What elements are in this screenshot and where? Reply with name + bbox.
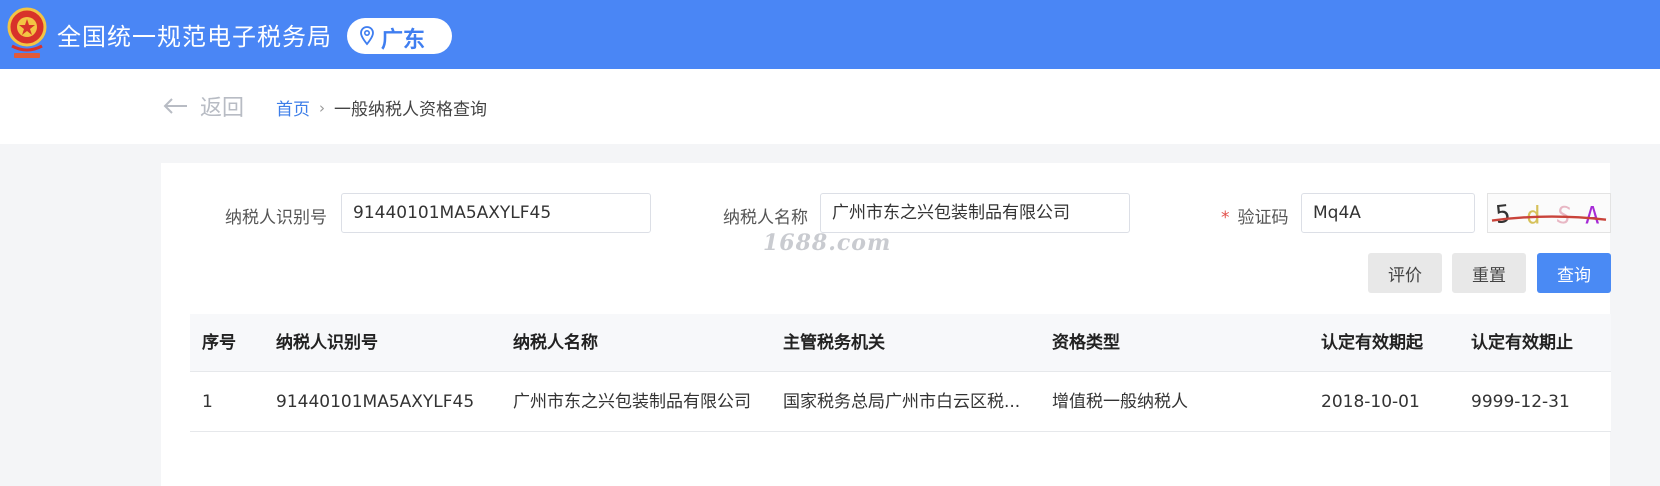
cell-index: 1 xyxy=(202,392,213,412)
top-header: 全国统一规范电子税务局 广东 xyxy=(0,0,1660,69)
table-header: 序号 纳税人识别号 纳税人名称 主管税务机关 资格类型 认定有效期起 认定有效期… xyxy=(190,314,1611,372)
results-table: 序号 纳税人识别号 纳税人名称 主管税务机关 资格类型 认定有效期起 认定有效期… xyxy=(190,314,1611,432)
required-mark: * xyxy=(1221,208,1230,228)
svg-text:d: d xyxy=(1526,201,1540,229)
taxpayer-name-input[interactable]: 广州市东之兴包装制品有限公司 xyxy=(820,193,1130,233)
region-selector[interactable]: 广东 xyxy=(347,18,452,54)
column-header: 纳税人识别号 xyxy=(276,333,378,353)
nav-bar: 返回 首页 › 一般纳税人资格查询 xyxy=(0,69,1660,144)
cell-valid-to: 9999-12-31 xyxy=(1471,392,1570,412)
breadcrumb-separator: › xyxy=(319,98,325,117)
cell-qualification-type: 增值税一般纳税人 xyxy=(1052,392,1188,412)
cell-taxpayer-id: 91440101MA5AXYLF45 xyxy=(276,392,475,412)
tax-emblem-icon xyxy=(7,7,47,58)
taxpayer-name-label: 纳税人名称 xyxy=(723,208,808,228)
region-label: 广东 xyxy=(381,28,426,53)
svg-text:A: A xyxy=(1585,201,1599,229)
back-button[interactable]: 返回 xyxy=(162,92,245,121)
reset-button[interactable]: 重置 xyxy=(1452,253,1526,293)
captcha-label-wrap: * 验证码 xyxy=(1221,203,1289,228)
taxpayer-id-label: 纳税人识别号 xyxy=(225,208,327,228)
captcha-label: 验证码 xyxy=(1237,208,1289,228)
column-header: 主管税务机关 xyxy=(783,333,885,353)
query-button[interactable]: 查询 xyxy=(1537,253,1611,293)
column-header: 认定有效期起 xyxy=(1321,333,1423,353)
back-label: 返回 xyxy=(200,96,245,121)
arrow-left-icon xyxy=(163,98,187,114)
svg-text:S: S xyxy=(1554,200,1574,230)
column-header: 资格类型 xyxy=(1052,333,1120,353)
watermark-text: 1688.com xyxy=(763,230,892,256)
breadcrumb-home-link[interactable]: 首页 xyxy=(276,95,310,120)
table-row[interactable]: 1 91440101MA5AXYLF45 广州市东之兴包装制品有限公司 国家税务… xyxy=(190,372,1611,432)
column-header: 序号 xyxy=(202,333,236,353)
captcha-input[interactable]: Mq4A xyxy=(1301,193,1475,233)
captcha-image[interactable]: 5 d S A xyxy=(1487,193,1611,233)
breadcrumb: 首页 › 一般纳税人资格查询 xyxy=(276,95,487,121)
cell-taxpayer-name: 广州市东之兴包装制品有限公司 xyxy=(513,392,751,412)
column-header: 纳税人名称 xyxy=(513,333,598,353)
rate-button[interactable]: 评价 xyxy=(1368,253,1442,293)
svg-text:5: 5 xyxy=(1494,199,1512,229)
breadcrumb-current: 一般纳税人资格查询 xyxy=(334,100,487,120)
location-pin-icon xyxy=(360,26,374,46)
cell-valid-from: 2018-10-01 xyxy=(1321,392,1420,412)
column-header: 认定有效期止 xyxy=(1471,333,1573,353)
app-title: 全国统一规范电子税务局 xyxy=(57,23,332,51)
taxpayer-id-input[interactable]: 91440101MA5AXYLF45 xyxy=(341,193,651,233)
cell-tax-authority: 国家税务总局广州市白云区税... xyxy=(783,392,1021,412)
